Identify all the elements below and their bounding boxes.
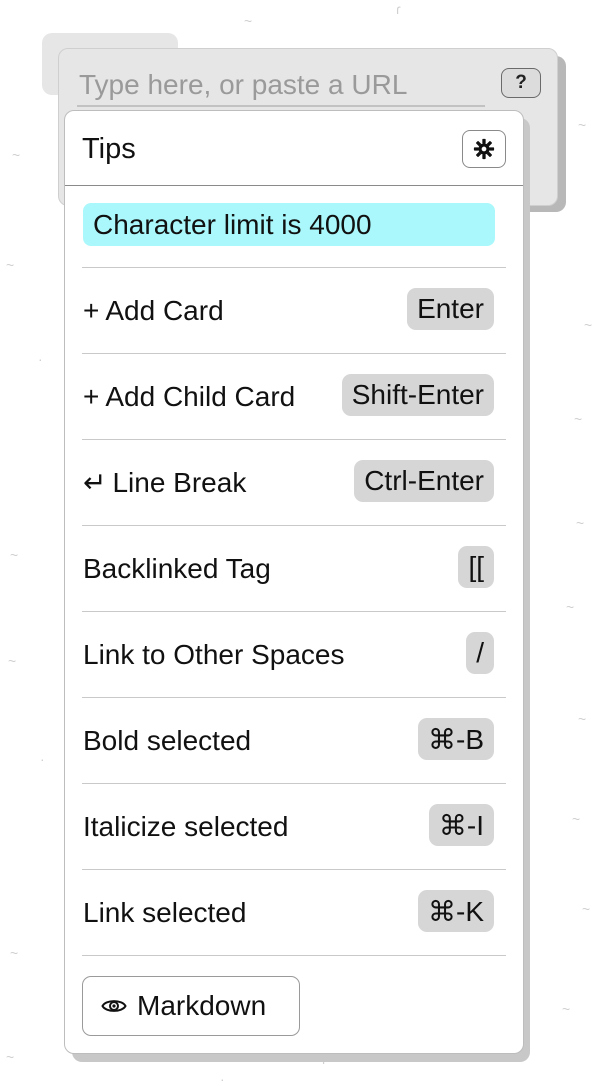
shortcut-key: [[ bbox=[458, 546, 494, 588]
background-scribble: ~ bbox=[6, 257, 15, 273]
background-scribble: ~ bbox=[576, 515, 585, 531]
background-scribble: · bbox=[40, 751, 45, 767]
background-scribble: ~ bbox=[582, 901, 591, 917]
plus-icon: + bbox=[83, 295, 100, 326]
plus-icon: + bbox=[83, 381, 100, 412]
tips-dialog: Tips Character limit is 4000 + Add Card … bbox=[64, 110, 524, 1054]
tip-label: Link selected bbox=[83, 897, 247, 928]
dialog-title: Tips bbox=[82, 133, 136, 165]
shortcut-key: ⌘-B bbox=[418, 718, 494, 760]
eye-icon bbox=[101, 1000, 127, 1012]
tip-label: Add Card bbox=[105, 295, 224, 326]
tip-label: Backlinked Tag bbox=[83, 553, 271, 584]
markdown-label: Markdown bbox=[137, 990, 267, 1021]
shortcut-key: Ctrl-Enter bbox=[354, 460, 494, 502]
background-scribble: · bbox=[220, 1071, 225, 1086]
background-scribble: ~ bbox=[572, 811, 581, 827]
background-scribble: ~ bbox=[578, 711, 587, 727]
tip-label: Add Child Card bbox=[105, 381, 296, 412]
character-limit-badge: Character limit is 4000 bbox=[83, 203, 495, 246]
background-scribble: ~ bbox=[10, 945, 19, 961]
background-scribble: ~ bbox=[6, 1049, 15, 1065]
background-scribble: ~ bbox=[8, 653, 17, 669]
settings-button[interactable] bbox=[462, 130, 506, 168]
background-scribble: ɾ bbox=[396, 1, 401, 17]
background-scribble: · bbox=[38, 351, 43, 367]
return-arrow-icon: ↵ bbox=[83, 467, 107, 498]
background-scribble: ~ bbox=[562, 1001, 571, 1017]
tip-label: Line Break bbox=[112, 467, 247, 498]
background-scribble: ~ bbox=[584, 317, 593, 333]
tip-label: Italicize selected bbox=[83, 811, 289, 842]
tip-row-italic: Italicize selected ⌘-I bbox=[82, 783, 506, 869]
gear-icon bbox=[473, 138, 495, 160]
tip-label: Link to Other Spaces bbox=[83, 639, 345, 670]
background-scribble: ~ bbox=[244, 13, 253, 29]
tip-row-bold: Bold selected ⌘-B bbox=[82, 697, 506, 783]
help-button[interactable]: ? bbox=[501, 68, 541, 98]
tip-row-backlinked-tag: Backlinked Tag [[ bbox=[82, 525, 506, 611]
shortcut-key: ⌘-I bbox=[428, 804, 494, 846]
tip-row-link: Link selected ⌘-K bbox=[82, 869, 506, 955]
shortcut-key: / bbox=[466, 632, 494, 674]
tip-label: Bold selected bbox=[83, 725, 252, 756]
background-scribble: ~ bbox=[566, 599, 575, 615]
tip-row-add-card: + Add Card Enter bbox=[82, 267, 506, 353]
background-scribble: ~ bbox=[12, 147, 21, 163]
shortcut-key: Enter bbox=[407, 288, 494, 330]
background-scribble: ~ bbox=[574, 411, 583, 427]
card-text-input[interactable] bbox=[77, 69, 485, 107]
tip-row-line-break: ↵ Line Break Ctrl-Enter bbox=[82, 439, 506, 525]
background-scribble: ~ bbox=[10, 547, 19, 563]
canvas[interactable]: ~ ɾ ~ ~ · ~ ~ · ~ ~ ~ ~ ~ ~ ~ ~ ~ ~ ~ · … bbox=[0, 0, 596, 1086]
shortcut-key: Shift-Enter bbox=[341, 374, 494, 416]
dialog-header: Tips bbox=[65, 111, 523, 186]
divider bbox=[82, 955, 506, 956]
shortcut-key: ⌘-K bbox=[418, 890, 494, 932]
markdown-button[interactable]: Markdown bbox=[82, 976, 300, 1036]
tip-row-link-spaces: Link to Other Spaces / bbox=[82, 611, 506, 697]
tip-row-add-child-card: + Add Child Card Shift-Enter bbox=[82, 353, 506, 439]
background-scribble: ~ bbox=[578, 117, 587, 133]
